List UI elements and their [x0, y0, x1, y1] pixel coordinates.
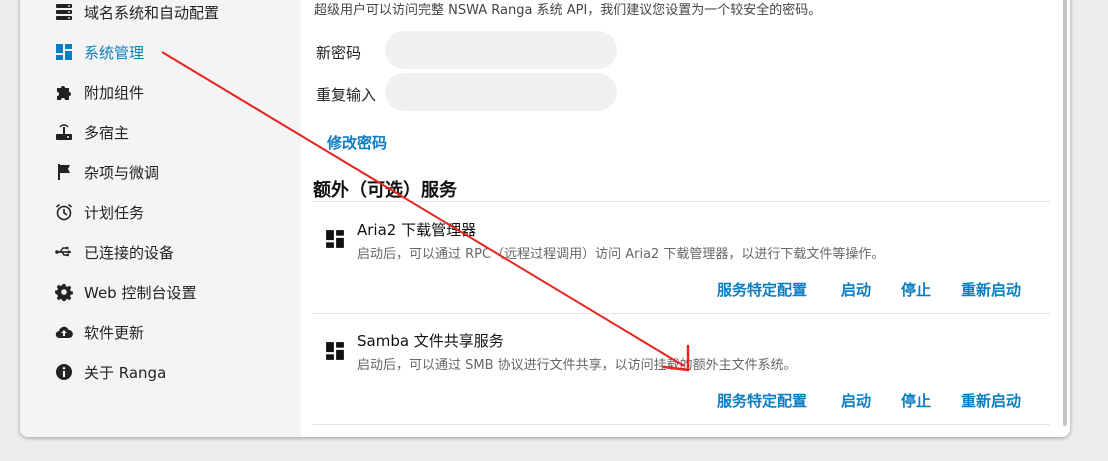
- sidebar-item-connected-devices[interactable]: 已连接的设备: [54, 240, 174, 264]
- puzzle-icon: [54, 82, 74, 102]
- sidebar-item-label: 域名系统和自动配置: [84, 3, 220, 22]
- dashboard-icon: [54, 42, 74, 62]
- change-password-button[interactable]: 修改密码: [327, 132, 387, 153]
- password-intro: 超级用户可以访问完整 NSWA Ranga 系统 API，我们建议您设置为一个较…: [314, 3, 822, 18]
- sidebar-item-dns[interactable]: 域名系统和自动配置: [54, 0, 219, 24]
- sidebar-item-label: 附加组件: [84, 83, 145, 102]
- sidebar-item-addons[interactable]: 附加组件: [54, 80, 144, 104]
- router-icon: [54, 122, 74, 142]
- main-content: 超级用户可以访问完整 NSWA Ranga 系统 API，我们建议您设置为一个较…: [301, 0, 1070, 437]
- divider: [313, 313, 1050, 314]
- main-card: 域名系统和自动配置 系统管理 附加组件 多宿主 杂项与微调 计划任务 已连接的设…: [20, 0, 1070, 437]
- usb-icon: [54, 242, 74, 262]
- sidebar-item-system-admin[interactable]: 系统管理: [54, 40, 144, 64]
- dashboard-icon: [326, 342, 344, 360]
- dashboard-icon: [326, 230, 344, 248]
- service-restart-button[interactable]: 重新启动: [961, 279, 1021, 300]
- alarm-clock-icon: [54, 202, 74, 222]
- service-description: 启动后，可以通过 RPC（远程过程调用）访问 Aria2 下载管理器，以进行下载…: [357, 247, 885, 262]
- new-password-label: 新密码: [316, 44, 362, 62]
- repeat-password-label: 重复输入: [316, 86, 377, 104]
- sidebar-item-software-update[interactable]: 软件更新: [54, 320, 144, 344]
- sidebar-item-web-console[interactable]: Web 控制台设置: [54, 280, 196, 304]
- sidebar-item-misc[interactable]: 杂项与微调: [54, 160, 159, 184]
- divider: [313, 201, 1050, 202]
- repeat-password-input[interactable]: [385, 73, 617, 111]
- divider: [313, 424, 1050, 425]
- sidebar-item-label: 系统管理: [84, 43, 145, 62]
- service-title: Aria2 下载管理器: [357, 221, 477, 239]
- service-description: 启动后，可以通过 SMB 协议进行文件共享，以访问挂载的额外主文件系统。: [357, 358, 797, 373]
- server-icon: [54, 2, 74, 22]
- sidebar-item-label: 关于 Ranga: [84, 363, 167, 382]
- info-icon: [54, 362, 74, 382]
- service-restart-button[interactable]: 重新启动: [961, 390, 1021, 411]
- scrollbar[interactable]: [1063, 0, 1067, 426]
- services-section-title: 额外（可选）服务: [313, 180, 457, 201]
- sidebar-item-label: 已连接的设备: [84, 243, 175, 262]
- sidebar-item-label: 软件更新: [84, 323, 145, 342]
- sidebar-item-label: Web 控制台设置: [84, 283, 197, 302]
- service-config-button[interactable]: 服务特定配置: [717, 390, 807, 411]
- sidebar-item-scheduled-tasks[interactable]: 计划任务: [54, 200, 144, 224]
- new-password-input[interactable]: [385, 31, 617, 69]
- cloud-upload-icon: [54, 322, 74, 342]
- service-stop-button[interactable]: 停止: [901, 279, 931, 300]
- service-stop-button[interactable]: 停止: [901, 390, 931, 411]
- sidebar-item-label: 多宿主: [84, 123, 130, 142]
- sidebar-item-label: 计划任务: [84, 203, 145, 222]
- flag-icon: [54, 162, 74, 182]
- service-start-button[interactable]: 启动: [841, 279, 871, 300]
- service-title: Samba 文件共享服务: [357, 332, 504, 350]
- service-config-button[interactable]: 服务特定配置: [717, 279, 807, 300]
- sidebar-item-about[interactable]: 关于 Ranga: [54, 360, 166, 384]
- service-start-button[interactable]: 启动: [841, 390, 871, 411]
- sidebar-item-label: 杂项与微调: [84, 163, 160, 182]
- sidebar: 域名系统和自动配置 系统管理 附加组件 多宿主 杂项与微调 计划任务 已连接的设…: [20, 0, 301, 437]
- gear-icon: [54, 282, 74, 302]
- sidebar-item-multihoming[interactable]: 多宿主: [54, 120, 129, 144]
